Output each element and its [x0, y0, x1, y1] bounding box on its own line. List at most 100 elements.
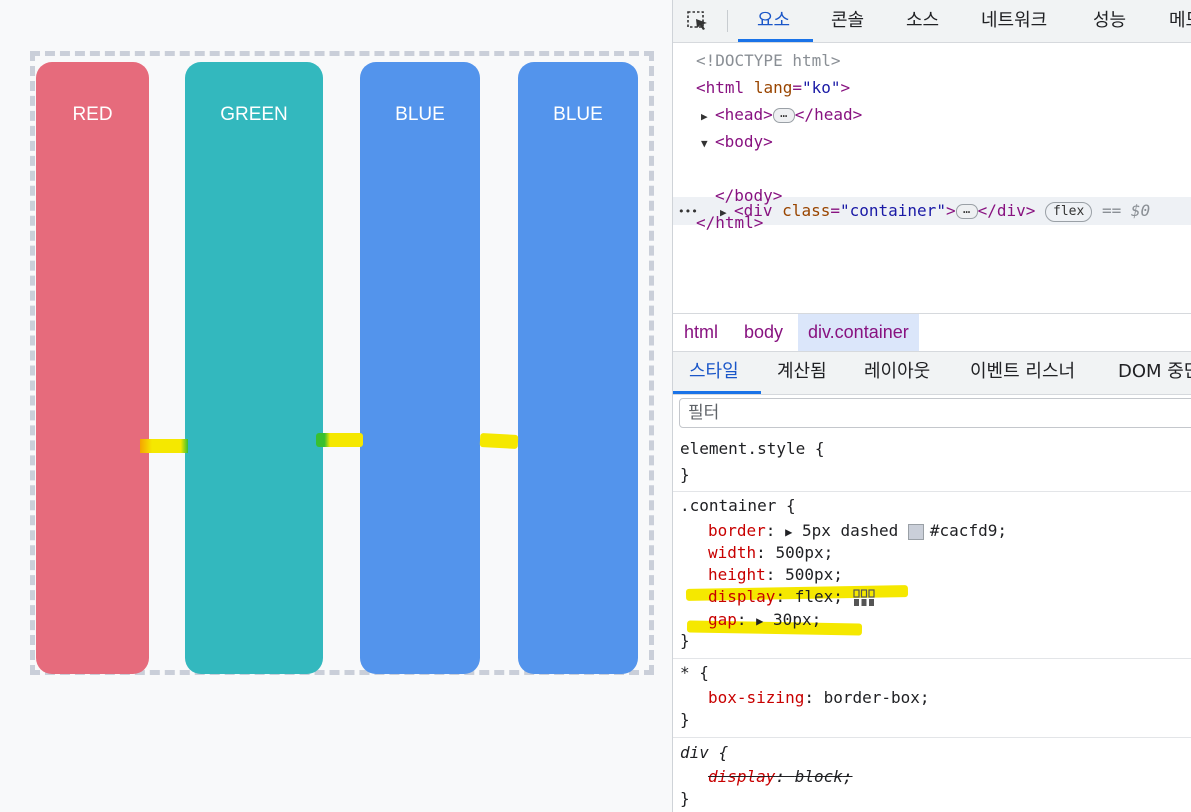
prop-border[interactable]: border: ▶ 5px dashed #cacfd9;	[708, 520, 1007, 542]
breadcrumb-div-container[interactable]: div.container	[798, 314, 919, 351]
color-swatch[interactable]	[907, 523, 924, 540]
attr-name: lang	[753, 78, 793, 97]
flex-item-green: GREEN	[185, 62, 323, 674]
attr-value: "ko"	[801, 78, 841, 97]
flex-item-blue: BLUE	[518, 62, 638, 674]
styles-pane: element.style { } .container { border: ▶…	[673, 434, 1191, 812]
expand-triangle-icon[interactable]: ▶	[701, 103, 715, 130]
flexbox-editor-icon[interactable]	[852, 588, 875, 607]
prop-gap[interactable]: gap: ▶ 30px;	[708, 609, 821, 631]
prop-name: border	[708, 521, 766, 540]
element-style-selector[interactable]: element.style {	[680, 438, 825, 460]
prop-display-overridden[interactable]: display: block;	[708, 766, 853, 788]
prop-value: flex	[794, 587, 834, 606]
prop-value: 30px	[773, 610, 812, 629]
tag-name: </div>	[977, 201, 1036, 220]
prop-box-sizing[interactable]: box-sizing: border-box;	[708, 687, 930, 709]
expand-triangle-icon[interactable]: ▶	[756, 614, 763, 628]
flex-container: RED GREEN BLUE BLUE	[30, 51, 654, 675]
item-label: RED	[72, 104, 113, 125]
tab-sources[interactable]: 소스	[906, 0, 939, 42]
open-brace: {	[718, 743, 729, 762]
devtools-tabbar: 요소 콘솔 소스 네트워크 성능 메모	[673, 0, 1191, 43]
close-brace: }	[680, 631, 690, 650]
dom-row-dots[interactable]: •••	[678, 198, 698, 225]
prop-value: 500px	[785, 565, 834, 584]
close-brace: }	[680, 710, 690, 729]
styles-subtabs: 스타일 계산됨 레이아웃 이벤트 리스너 DOM 중단	[673, 351, 1191, 395]
prop-value: 500px	[775, 543, 824, 562]
breadcrumb-html[interactable]: html	[684, 314, 718, 351]
tab-elements[interactable]: 요소	[757, 0, 790, 42]
tag-name: <body>	[715, 132, 773, 151]
styles-filter-input[interactable]: 필터	[679, 398, 1191, 428]
gap-highlight	[316, 433, 363, 447]
open-brace: {	[785, 496, 796, 515]
tag-close: >	[840, 78, 851, 97]
dom-node-body[interactable]: ▼ <body>	[701, 128, 773, 155]
div-selector[interactable]: div {	[680, 742, 728, 764]
tab-console[interactable]: 콘솔	[831, 0, 864, 42]
selector-text: .container	[680, 496, 777, 515]
dom-node-head[interactable]: ▶ <head>… </head>	[701, 101, 862, 128]
prop-width[interactable]: width: 500px;	[708, 542, 833, 564]
flex-item-red: RED	[36, 62, 149, 674]
collapse-triangle-icon[interactable]: ▼	[701, 130, 715, 157]
flex-item-blue: BLUE	[360, 62, 480, 674]
dom-node-body-close[interactable]: </body>	[715, 182, 782, 209]
gap-highlight	[140, 439, 188, 453]
dom-tree: <!DOCTYPE html> <html lang="ko"> ▶ <head>…	[673, 43, 1191, 313]
prop-name: height	[708, 565, 766, 584]
item-label: GREEN	[220, 104, 288, 125]
breadcrumb-body[interactable]: body	[744, 314, 783, 351]
flex-badge[interactable]: flex	[1045, 201, 1093, 222]
active-subtab-indicator	[673, 391, 761, 394]
container-selector[interactable]: .container {	[680, 495, 796, 517]
tab-styles[interactable]: 스타일	[689, 352, 739, 394]
prop-name: box-sizing	[708, 688, 805, 707]
prop-name: display	[708, 587, 776, 606]
prop-display[interactable]: display: flex;	[708, 586, 875, 608]
inspect-element-icon[interactable]	[687, 11, 709, 31]
tab-computed[interactable]: 계산됨	[777, 352, 827, 394]
attr-name: class	[782, 201, 831, 220]
tab-event-listeners[interactable]: 이벤트 리스너	[970, 352, 1075, 394]
item-label: BLUE	[395, 104, 445, 125]
open-brace: {	[814, 439, 825, 458]
tab-memory[interactable]: 메모	[1169, 0, 1191, 42]
breadcrumb: html body div.container	[673, 313, 1191, 351]
dom-node-html-close[interactable]: </html>	[696, 209, 763, 236]
active-tab-indicator	[738, 39, 813, 42]
selected-marker: == $0	[1101, 201, 1151, 220]
tab-dom-breakpoints[interactable]: DOM 중단	[1118, 352, 1191, 394]
attr-equals: =	[830, 201, 840, 220]
prop-value: 5px dashed	[801, 521, 899, 540]
tab-performance[interactable]: 성능	[1093, 0, 1126, 42]
dom-node-div-container[interactable]: ▶ <div class="container">… </div> flex == …	[720, 197, 1150, 224]
rule-divider	[673, 491, 1191, 492]
prop-height[interactable]: height: 500px;	[708, 564, 843, 586]
expand-triangle-icon[interactable]: ▶	[785, 525, 792, 539]
attr-equals: =	[792, 78, 802, 97]
prop-name: width	[708, 543, 757, 562]
tab-network[interactable]: 네트워크	[981, 0, 1047, 42]
selector-text: div	[680, 743, 709, 762]
dom-doctype[interactable]: <!DOCTYPE html>	[696, 47, 841, 74]
prop-name: gap	[708, 610, 737, 629]
tag-name: </head>	[794, 105, 863, 124]
collapsed-ellipsis[interactable]: …	[772, 107, 795, 123]
devtools-panel: 요소 콘솔 소스 네트워크 성능 메모 <!DOCTYPE html> <htm…	[672, 0, 1191, 812]
close-brace: }	[680, 465, 690, 484]
tab-layout[interactable]: 레이아웃	[864, 352, 930, 394]
prop-color: #cacfd9	[929, 521, 998, 540]
tag-close: >	[945, 201, 956, 220]
collapsed-ellipsis[interactable]: …	[955, 203, 978, 219]
attr-value: "container"	[839, 201, 946, 220]
tag-name: <html	[696, 78, 745, 97]
rule-divider	[673, 658, 1191, 659]
dom-node-html[interactable]: <html lang="ko">	[696, 74, 850, 101]
universal-selector[interactable]: * {	[680, 662, 709, 684]
close-brace: }	[680, 789, 690, 808]
page-viewport: RED GREEN BLUE BLUE	[0, 0, 672, 812]
selector-text: element.style	[680, 439, 806, 458]
